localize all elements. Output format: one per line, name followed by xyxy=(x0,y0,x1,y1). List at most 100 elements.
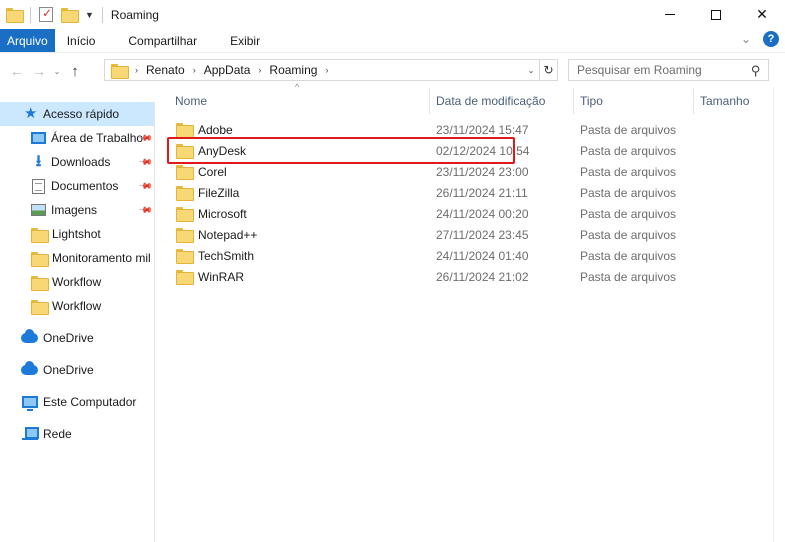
file-type: Pasta de arquivos xyxy=(580,248,677,263)
tab-exibir[interactable]: Exibir xyxy=(219,29,271,52)
customize-toolbar-dropdown-icon[interactable]: ▼ xyxy=(85,10,94,20)
close-button[interactable]: ✕ xyxy=(739,0,785,29)
breadcrumb-appdata[interactable]: AppData xyxy=(204,63,251,77)
pin-icon[interactable]: 📌 xyxy=(138,154,153,170)
file-name: Corel xyxy=(198,164,227,179)
tab-compartilhar[interactable]: Compartilhar xyxy=(117,29,219,52)
sidebar-item-workflow[interactable]: Workflow xyxy=(0,270,154,294)
sidebar-item-label: Área de Trabalho xyxy=(51,131,144,145)
sidebar-item-label: Documentos xyxy=(51,179,119,193)
address-bar-controls: ⌄ ↻ xyxy=(522,60,557,80)
file-name-cell: Adobe xyxy=(176,119,233,140)
sidebar-item-onedrive[interactable]: OneDrive xyxy=(0,326,154,350)
new-folder-icon[interactable] xyxy=(61,8,79,23)
vertical-scrollbar[interactable] xyxy=(773,88,785,542)
address-dropdown-chevron-icon[interactable]: ⌄ xyxy=(522,65,539,75)
address-bar[interactable]: › Renato › AppData › Roaming › ⌄ ↻ xyxy=(104,59,558,81)
file-name-cell: Notepad++ xyxy=(176,224,257,245)
pin-icon[interactable]: 📌 xyxy=(138,202,153,218)
sidebar-item-documentos[interactable]: Documentos 📌 xyxy=(0,174,154,198)
file-name: WinRAR xyxy=(198,269,245,284)
search-input[interactable] xyxy=(577,63,747,77)
file-name-cell: WinRAR xyxy=(176,266,244,287)
search-box: ⚲ xyxy=(568,59,769,81)
properties-icon[interactable] xyxy=(39,6,53,22)
documents-icon xyxy=(32,178,45,194)
sidebar-item-lightshot[interactable]: Lightshot xyxy=(0,222,154,246)
window-controls: ✕ xyxy=(647,0,785,29)
sidebar-item-onedrive-2[interactable]: OneDrive xyxy=(0,358,154,382)
sidebar-item-monitoramento[interactable]: Monitoramento mil xyxy=(0,246,154,270)
maximize-button[interactable] xyxy=(693,0,739,29)
file-type: Pasta de arquivos xyxy=(580,269,677,284)
folder-icon xyxy=(31,227,49,243)
minimize-button[interactable] xyxy=(647,0,693,29)
file-type: Pasta de arquivos xyxy=(580,206,677,221)
sidebar-item-rede[interactable]: Rede xyxy=(0,422,154,446)
column-header-tipo[interactable]: Tipo xyxy=(574,88,694,114)
pin-icon[interactable]: 📌 xyxy=(138,178,153,194)
sidebar-item-label: Este Computador xyxy=(43,395,137,409)
file-name: Notepad++ xyxy=(198,227,258,242)
breadcrumb-renato[interactable]: Renato xyxy=(146,63,185,77)
file-name: Microsoft xyxy=(198,206,247,221)
ribbon-tabs: Arquivo Início Compartilhar Exibir ⌄ ? xyxy=(0,29,785,53)
file-list: ^ Nome Data de modificação Tipo Tamanho … xyxy=(156,82,774,542)
table-row[interactable]: AnyDesk 02/12/2024 10:54 Pasta de arquiv… xyxy=(156,140,773,161)
column-header-nome[interactable]: Nome xyxy=(169,88,430,114)
folder-icon xyxy=(176,228,194,243)
sidebar-item-este-computador[interactable]: Este Computador xyxy=(0,390,154,414)
breadcrumb-roaming[interactable]: Roaming xyxy=(269,63,317,77)
expand-ribbon-chevron-icon[interactable]: ⌄ xyxy=(741,32,751,46)
search-icon[interactable]: ⚲ xyxy=(751,63,761,79)
tab-inicio[interactable]: Início xyxy=(55,29,118,52)
column-header-tamanho[interactable]: Tamanho xyxy=(694,88,774,114)
file-type: Pasta de arquivos xyxy=(580,143,677,158)
back-arrow-icon[interactable]: ← xyxy=(6,63,28,79)
breadcrumb-separator-icon[interactable]: › xyxy=(135,65,138,75)
table-row[interactable]: WinRAR 26/11/2024 21:02 Pasta de arquivo… xyxy=(156,266,773,287)
breadcrumb-separator-icon[interactable]: › xyxy=(325,65,328,75)
sidebar-item-acesso-rapido[interactable]: ★ Acesso rápido xyxy=(0,102,154,126)
navigation-pane: ★ Acesso rápido Área de Trabalho 📌 ⭳ Dow… xyxy=(0,102,155,542)
up-arrow-icon[interactable]: ↑ xyxy=(64,63,86,80)
table-row[interactable]: TechSmith 24/11/2024 01:40 Pasta de arqu… xyxy=(156,245,773,266)
sidebar-item-label: Imagens xyxy=(51,203,98,217)
forward-arrow-icon[interactable]: → xyxy=(28,63,50,79)
file-type: Pasta de arquivos xyxy=(580,227,677,242)
breadcrumb-separator-icon[interactable]: › xyxy=(258,65,261,75)
sidebar-item-label: Rede xyxy=(43,427,72,441)
refresh-icon[interactable]: ↻ xyxy=(539,60,557,80)
table-row[interactable]: Notepad++ 27/11/2024 23:45 Pasta de arqu… xyxy=(156,224,773,245)
maximize-icon xyxy=(711,9,721,20)
title-bar: ▼ Roaming ✕ xyxy=(0,0,785,29)
folder-icon xyxy=(31,275,49,291)
sidebar-item-imagens[interactable]: Imagens 📌 xyxy=(0,198,154,222)
table-row[interactable]: Corel 23/11/2024 23:00 Pasta de arquivos xyxy=(156,161,773,182)
recent-locations-chevron-icon[interactable]: ⌄ xyxy=(50,67,64,76)
sidebar-item-area-de-trabalho[interactable]: Área de Trabalho 📌 xyxy=(0,126,154,150)
help-icon[interactable]: ? xyxy=(763,31,779,47)
sidebar-item-workflow-2[interactable]: Workflow xyxy=(0,294,154,318)
table-row[interactable]: Microsoft 24/11/2024 00:20 Pasta de arqu… xyxy=(156,203,773,224)
computer-icon xyxy=(22,396,38,411)
table-row[interactable]: Adobe 23/11/2024 15:47 Pasta de arquivos xyxy=(156,119,773,140)
file-type: Pasta de arquivos xyxy=(580,122,677,137)
breadcrumb-separator-icon[interactable]: › xyxy=(193,65,196,75)
sidebar-item-label: Lightshot xyxy=(52,227,101,241)
tab-arquivo[interactable]: Arquivo xyxy=(0,29,55,52)
file-date: 26/11/2024 21:11 xyxy=(436,185,528,200)
ribbon-right-controls: ⌄ ? xyxy=(741,31,779,47)
file-date: 24/11/2024 01:40 xyxy=(436,248,529,263)
table-row[interactable]: FileZilla 26/11/2024 21:11 Pasta de arqu… xyxy=(156,182,773,203)
folder-icon xyxy=(31,251,49,267)
download-icon: ⭳ xyxy=(35,153,42,170)
sidebar-item-downloads[interactable]: ⭳ Downloads 📌 xyxy=(0,150,154,174)
column-header-data[interactable]: Data de modificação xyxy=(430,88,574,114)
file-date: 24/11/2024 00:20 xyxy=(436,206,529,221)
file-name-cell: Corel xyxy=(176,161,227,182)
